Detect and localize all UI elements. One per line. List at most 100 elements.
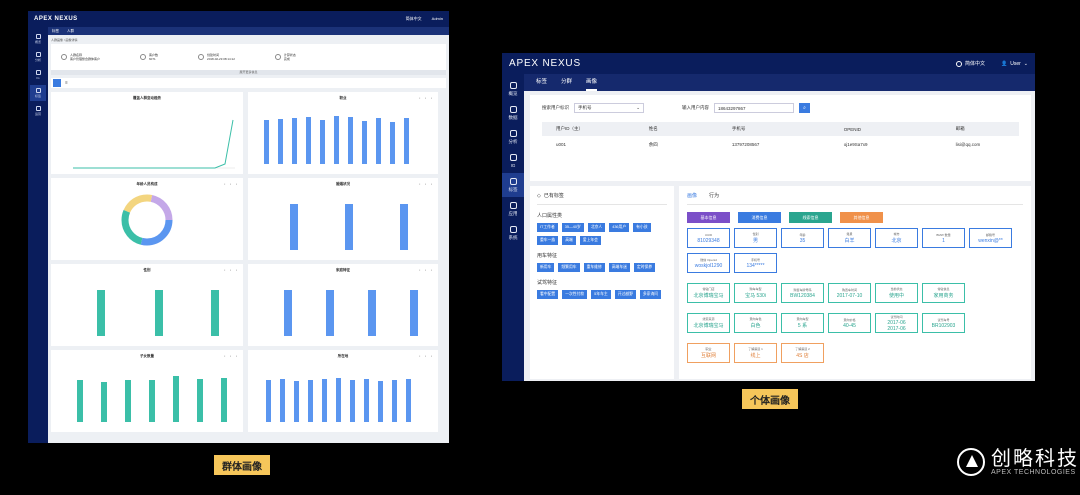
- expand-more-button[interactable]: 展开更多信息: [51, 70, 446, 75]
- tag-chip[interactable]: 爱上年会: [579, 236, 601, 245]
- sidebar-item-overview[interactable]: 概览: [30, 31, 46, 47]
- tag-list: IT工作者 35—40岁 北京人 436用户 有小孩重车一族 高端 爱上年会: [537, 223, 667, 245]
- attribute-card: 了解渠道 2 4S 店: [781, 343, 824, 363]
- tab-segments[interactable]: 分群: [561, 74, 572, 91]
- query-panel: 搜索用户标识 手机号 ⌄ 输入用户内容 18643297867 ⌕ 用户ID（主）…: [530, 95, 1031, 181]
- chart-grid: 覆盖人群变动趋势 职业 ▪ ▪ ▪ 年龄人员构成 ▪ ▪ ▪ 婚姻状况 ▪ ▪ …: [51, 92, 446, 432]
- table-row[interactable]: u001 余四 13797208567 oj1e9Sa7x9 lisi@qq.c…: [542, 136, 1019, 153]
- bar: [278, 119, 283, 164]
- tag-icon: [35, 88, 41, 93]
- sidebar-item-system[interactable]: 系统: [502, 221, 524, 245]
- sidebar-item-overview[interactable]: 概览: [502, 77, 524, 101]
- grid-view-icon[interactable]: [53, 79, 61, 87]
- sidebar-item-tags[interactable]: 标签: [502, 173, 524, 197]
- bar: [336, 378, 341, 422]
- apex-logo-icon: [957, 448, 985, 476]
- tag-chip[interactable]: 436用户: [609, 223, 630, 232]
- tag-chip[interactable]: 开过越野: [614, 290, 636, 299]
- tag-chip[interactable]: 重车维修: [583, 263, 605, 272]
- tab-portrait-view[interactable]: 画像: [687, 192, 697, 199]
- language-switch[interactable]: 简体中文: [406, 16, 422, 22]
- tag-chip[interactable]: 高端: [562, 236, 576, 245]
- tag-chip[interactable]: 新用车: [537, 263, 555, 272]
- caption-group-portrait: 群体画像: [214, 455, 270, 475]
- gear-icon: [509, 225, 517, 233]
- sidebar-item-ops[interactable]: 运营: [30, 103, 46, 119]
- tag-chip[interactable]: 一次性付款: [562, 290, 588, 299]
- tag-chip[interactable]: 有小孩: [633, 223, 651, 232]
- bar: [392, 380, 397, 422]
- chart-tools[interactable]: ▪ ▪ ▪: [419, 268, 434, 272]
- search-icon: ⌕: [803, 105, 806, 111]
- search-button[interactable]: ⌕: [799, 103, 810, 113]
- brand-logo: 创略科技 APEX TECHNOLOGIES: [957, 448, 1079, 476]
- tools-icon: [509, 201, 517, 209]
- tag-chip[interactable]: 35—40岁: [561, 223, 584, 232]
- tab-behavior-view[interactable]: 行为: [709, 192, 719, 199]
- sidebar-item-apps[interactable]: 应用: [502, 197, 524, 221]
- card-label: 意向价格: [843, 317, 856, 322]
- chart-tools[interactable]: ▪ ▪ ▪: [419, 96, 434, 100]
- tab-tags[interactable]: 标签: [52, 29, 59, 34]
- user-menu[interactable]: Admin: [432, 16, 443, 22]
- attribute-card: 意向车色 白色: [734, 313, 777, 333]
- category-button[interactable]: 基本信息: [687, 212, 730, 223]
- tag-chip[interactable]: 看中配置: [537, 290, 559, 299]
- attribute-card: 职业 互联网: [687, 343, 730, 363]
- category-button[interactable]: 其他信息: [840, 212, 883, 223]
- category-buttons: 基本信息 消费信息 线索信息 其他信息: [687, 212, 1023, 223]
- card-label: 了解渠道 1: [748, 347, 763, 351]
- tag-list: 新用车 频繁用车 重车维修 高端车迷 定时保养: [537, 263, 667, 272]
- bar: [348, 117, 353, 164]
- chart-tools[interactable]: ▪ ▪ ▪: [419, 354, 434, 358]
- bar: [125, 380, 131, 422]
- chart-tools[interactable]: ▪ ▪ ▪: [224, 182, 239, 186]
- bar: [320, 120, 325, 164]
- ig-icon: [509, 154, 517, 161]
- info-item: 人群名称 客户管理整合群体客户: [61, 53, 100, 61]
- sidebar-item-data[interactable]: 数据: [502, 101, 524, 125]
- tag-chip[interactable]: 频繁用车: [558, 263, 580, 272]
- tag-chip[interactable]: IT工作者: [537, 223, 558, 232]
- card-label: 城市: [893, 232, 900, 236]
- sidebar-item-analysis[interactable]: 分析: [30, 49, 46, 65]
- attribute-card: 城市 北京: [875, 228, 918, 248]
- card-value: wenxin@**: [978, 237, 1003, 244]
- chart-tools[interactable]: ▪ ▪ ▪: [419, 182, 434, 186]
- bar: [410, 290, 418, 336]
- tools-icon: [35, 106, 41, 111]
- existing-tags-panel: ◇ 已有标签 人口属性类 IT工作者 35—40岁 北京人 436用户 有小孩 重车一族 高端爱…: [530, 186, 674, 379]
- sidebar-item-tags[interactable]: 标签: [30, 85, 46, 101]
- attribute-cards: UUID 81029348 性别男年龄 35 籍贯 白羊 城市 北京 BMW 数量 1 邮箱号 wen…: [687, 228, 1027, 363]
- sidebar-item-ig[interactable]: IG: [30, 67, 46, 83]
- card-value: 40-45: [843, 322, 856, 329]
- user-icon: 👤: [1001, 60, 1008, 67]
- tag-chip[interactable]: 定时保养: [633, 263, 656, 272]
- tab-portrait[interactable]: 画像: [586, 74, 598, 91]
- tab-crowd[interactable]: 人群: [67, 29, 74, 34]
- user-menu[interactable]: 👤 User ⌄: [1001, 61, 1028, 67]
- language-switch[interactable]: 简体中文: [955, 60, 985, 67]
- sidebar-item-ig[interactable]: IG: [502, 149, 524, 173]
- card-label: 购置车时间: [841, 287, 857, 292]
- card-value: 线上: [750, 353, 761, 359]
- card-value: 134*****: [746, 262, 765, 269]
- id-type-select[interactable]: 手机号 ⌄: [574, 103, 644, 113]
- tag-chip[interactable]: 5年车主: [591, 290, 611, 299]
- tab-tags[interactable]: 标签: [536, 74, 547, 91]
- list-view-icon[interactable]: ☰: [65, 81, 68, 85]
- chart-tools[interactable]: ▪ ▪ ▪: [224, 268, 239, 272]
- category-button[interactable]: 消费信息: [738, 212, 781, 223]
- bar: [326, 290, 334, 336]
- tag-chip[interactable]: 多家询问: [639, 290, 662, 299]
- tag-chip[interactable]: 高端车迷: [608, 263, 630, 272]
- tag-chip[interactable]: 北京人: [587, 223, 606, 232]
- chart-tools[interactable]: ▪ ▪ ▪: [224, 354, 239, 358]
- search-input[interactable]: 18643297867: [714, 103, 794, 113]
- info-item: 计算状态 完成: [274, 53, 296, 61]
- attribute-card: 购置车牌号码 BW120384: [781, 283, 824, 303]
- tag-chip[interactable]: 重车一族: [537, 236, 559, 245]
- individual-portrait-screen: APEX NEXUS 简体中文 👤 User ⌄ 概览 数据 分析 IG 标签 应用…: [502, 53, 1035, 381]
- category-button[interactable]: 线索信息: [789, 212, 832, 223]
- sidebar-item-analysis[interactable]: 分析: [502, 125, 524, 149]
